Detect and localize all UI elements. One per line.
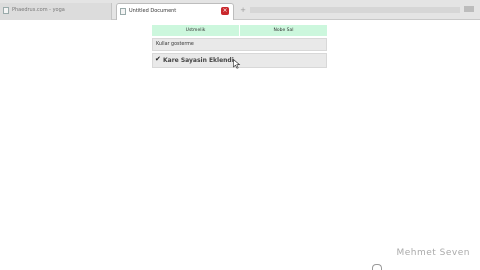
menu-header-row: Ustmelik Nobe Sal	[152, 25, 327, 36]
watermark-logo-icon	[372, 264, 382, 270]
tab-active[interactable]: Untitled Document ×	[116, 3, 234, 20]
menu-row-2-label: Kare Sayasin Eklendi	[163, 57, 234, 64]
close-tab-icon[interactable]: ×	[221, 7, 229, 15]
window-controls[interactable]	[464, 6, 474, 12]
tab-inactive-label: Phaedrus.com - yoga	[12, 7, 65, 13]
tab-strip-empty	[250, 7, 460, 13]
header-cell-left[interactable]: Ustmelik	[152, 25, 240, 36]
new-tab-button[interactable]: +	[238, 5, 248, 15]
tab-inactive[interactable]: Phaedrus.com - yoga	[0, 3, 112, 20]
browser-tab-bar: Phaedrus.com - yoga Untitled Document × …	[0, 0, 480, 20]
tab-active-label: Untitled Document	[129, 8, 177, 14]
menu-row-1[interactable]: Kullar gosterme	[152, 38, 327, 51]
page-icon	[3, 7, 9, 14]
header-cell-right[interactable]: Nobe Sal	[240, 25, 327, 36]
page-icon	[120, 8, 126, 15]
menu-row-1-label: Kullar gosterme	[156, 42, 194, 47]
watermark-name: Mehmet Seven	[396, 248, 470, 258]
mouse-cursor-icon	[233, 59, 241, 69]
check-icon: ✔	[155, 55, 161, 63]
